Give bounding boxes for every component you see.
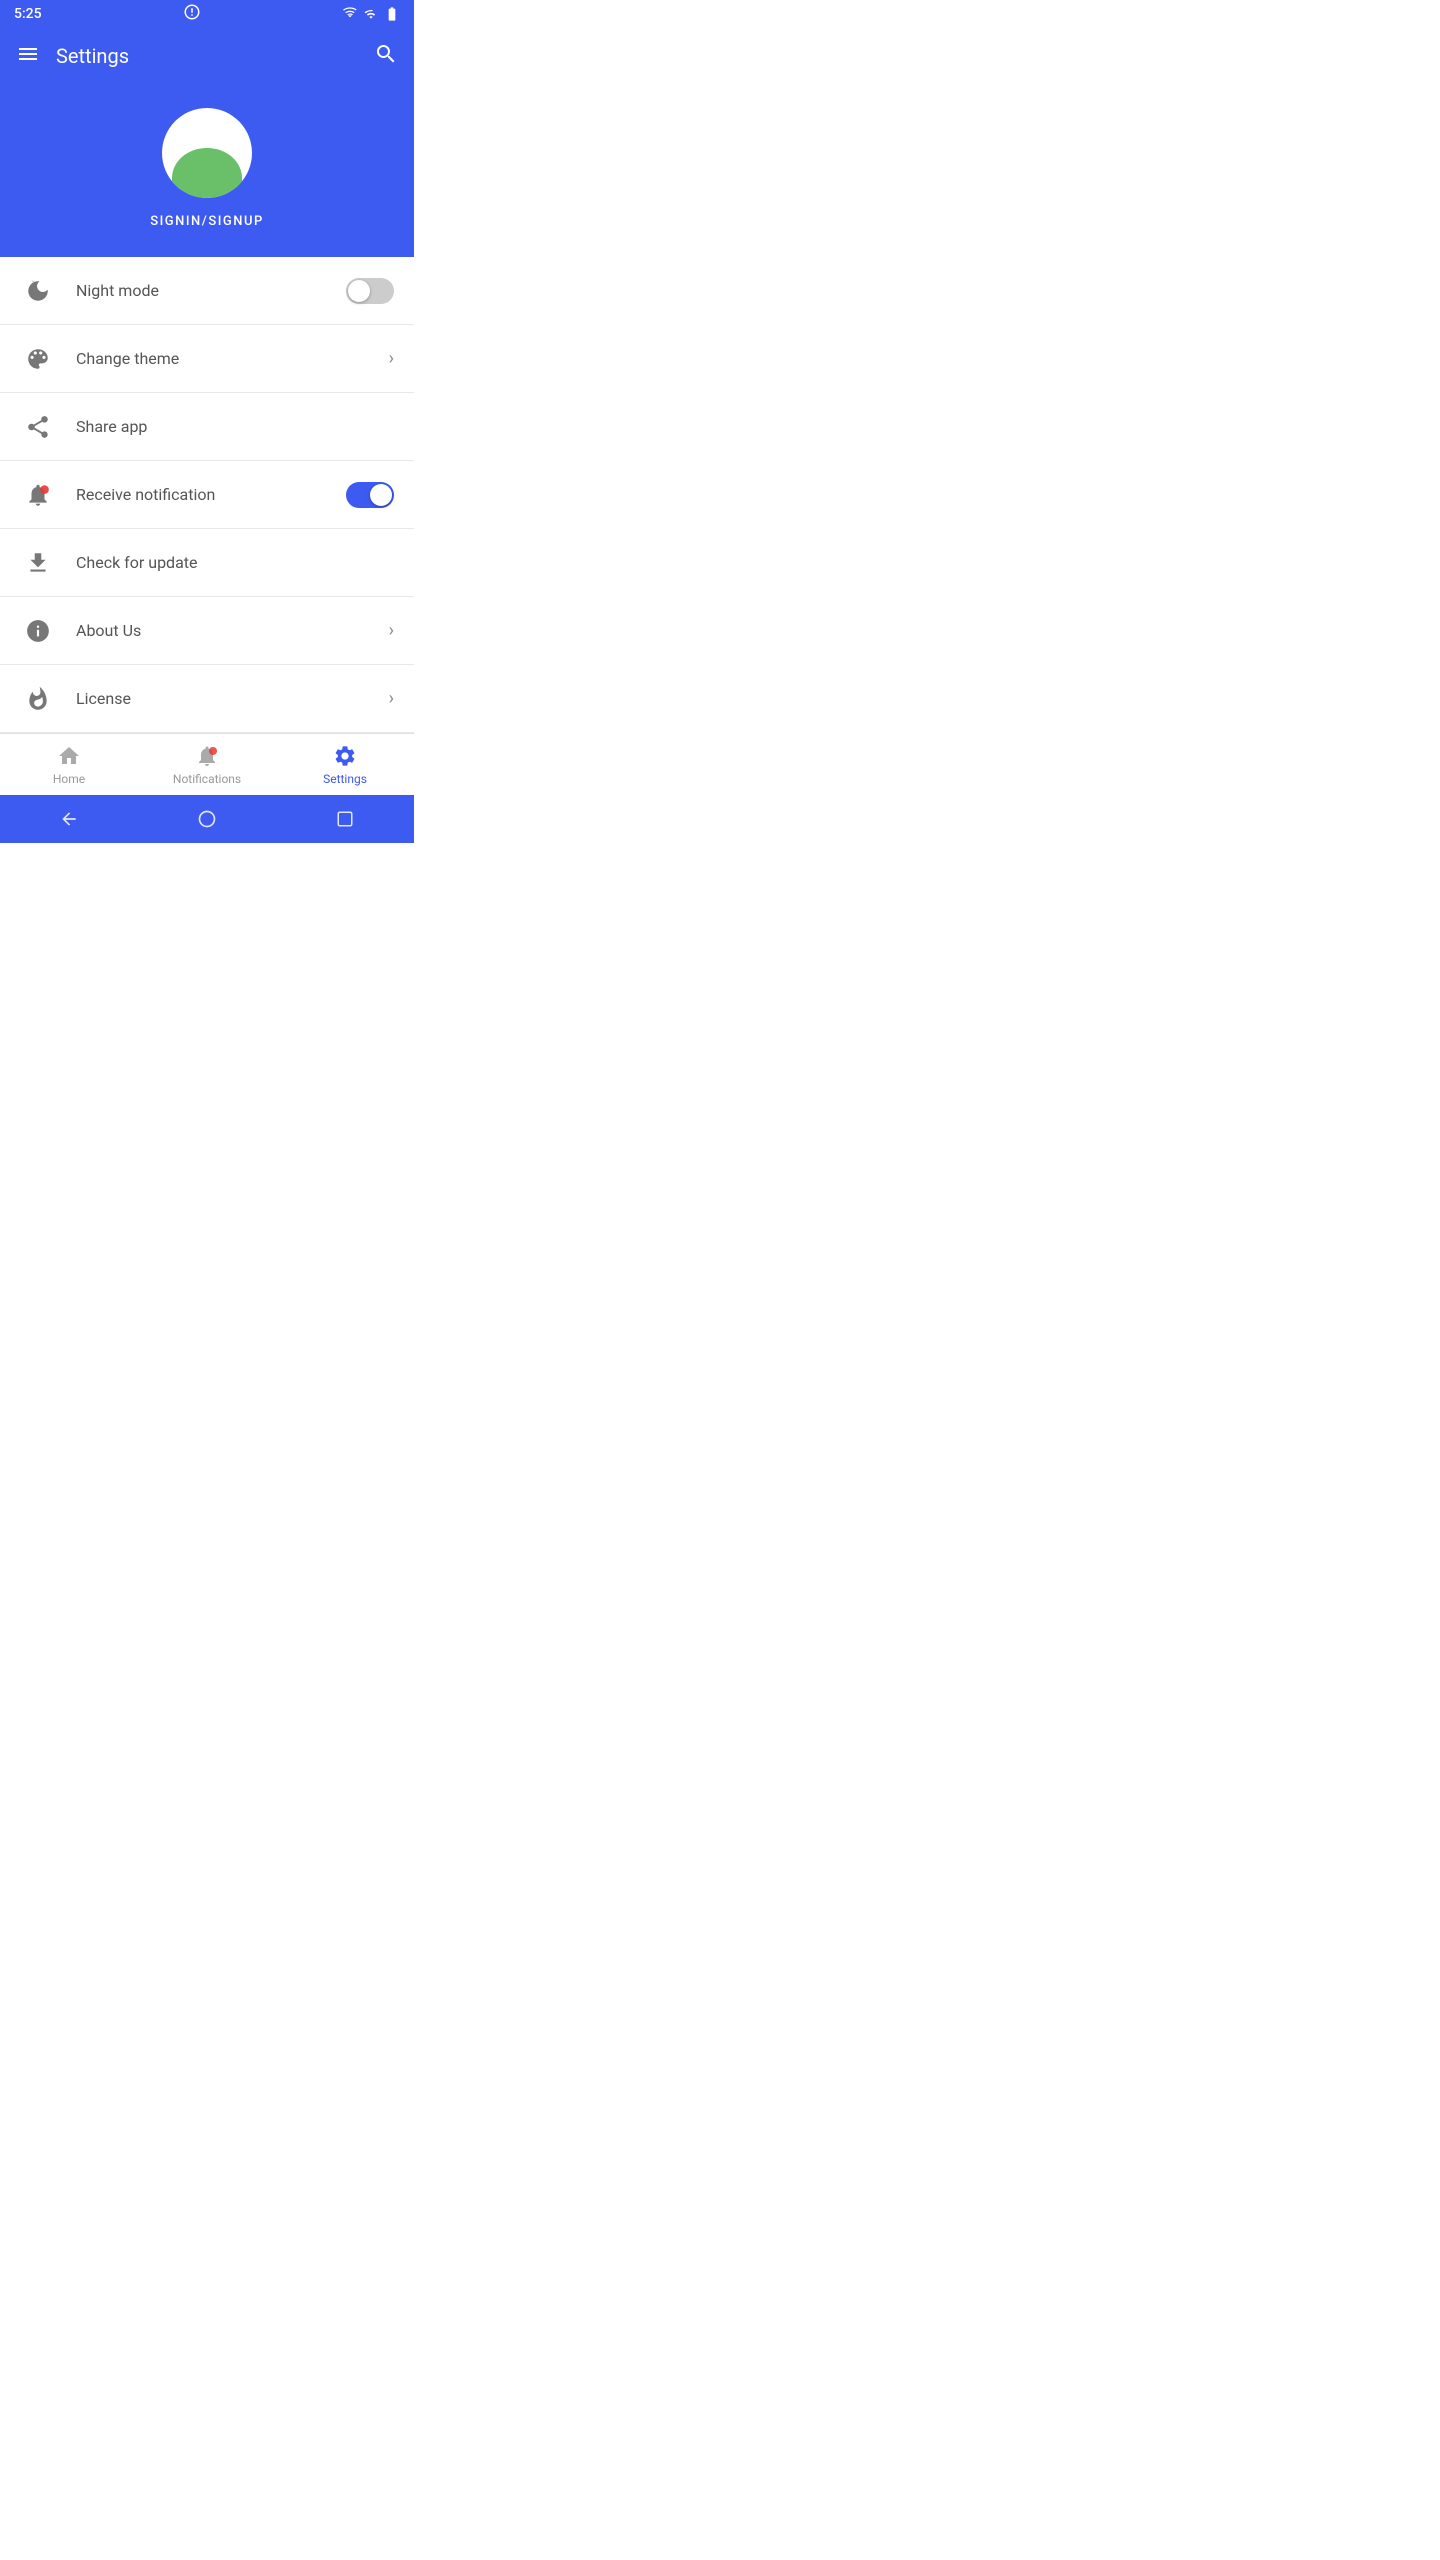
settings-item-share-app[interactable]: Share app [0, 393, 414, 461]
avatar[interactable] [162, 108, 252, 198]
home-button[interactable] [191, 803, 223, 835]
change-theme-chevron: › [389, 348, 394, 369]
signin-button[interactable]: SIGNIN/SIGNUP [150, 214, 264, 229]
menu-icon[interactable] [16, 42, 40, 70]
status-bar: 5:25 [0, 0, 414, 28]
search-icon[interactable] [374, 42, 398, 70]
status-time: 5:25 [14, 6, 42, 22]
night-mode-toggle[interactable] [346, 278, 394, 304]
share-icon [20, 409, 56, 445]
system-nav-bar [0, 795, 414, 843]
settings-item-receive-notification[interactable]: Receive notification [0, 461, 414, 529]
about-us-label: About Us [76, 621, 389, 640]
nav-home-label: Home [53, 772, 85, 786]
night-mode-toggle-knob [348, 280, 370, 302]
gear-icon [333, 744, 357, 768]
about-us-chevron: › [389, 620, 394, 641]
share-app-label: Share app [76, 417, 394, 436]
recents-button[interactable] [329, 803, 361, 835]
fire-icon [20, 681, 56, 717]
receive-notification-toggle-knob [370, 484, 392, 506]
receive-notification-toggle[interactable] [346, 482, 394, 508]
license-chevron: › [389, 688, 394, 709]
settings-item-license[interactable]: License › [0, 665, 414, 733]
app-bar: Settings [0, 28, 414, 84]
status-icons [342, 6, 400, 22]
bottom-nav: Home Notifications Settings [0, 733, 414, 795]
download-icon [20, 545, 56, 581]
notification-bell-icon [20, 477, 56, 513]
palette-icon [20, 341, 56, 377]
settings-list: Night mode Change theme › Share app Rece… [0, 257, 414, 733]
nav-item-home[interactable]: Home [0, 734, 138, 795]
nav-settings-label: Settings [323, 772, 367, 786]
notifications-icon [195, 744, 219, 768]
receive-notification-label: Receive notification [76, 485, 346, 504]
avatar-shape [172, 148, 242, 198]
night-mode-toggle-switch[interactable] [346, 278, 394, 304]
night-mode-label: Night mode [76, 281, 346, 300]
status-app-icon [183, 3, 201, 25]
app-bar-title: Settings [56, 44, 374, 68]
back-button[interactable] [53, 803, 85, 835]
check-for-update-label: Check for update [76, 553, 394, 572]
night-mode-icon [20, 273, 56, 309]
settings-item-about-us[interactable]: About Us › [0, 597, 414, 665]
home-icon [57, 744, 81, 768]
info-icon [20, 613, 56, 649]
nav-notifications-label: Notifications [173, 772, 241, 786]
header-section: SIGNIN/SIGNUP [0, 84, 414, 257]
nav-item-notifications[interactable]: Notifications [138, 734, 276, 795]
settings-item-night-mode[interactable]: Night mode [0, 257, 414, 325]
receive-notification-toggle-switch[interactable] [346, 482, 394, 508]
nav-item-settings[interactable]: Settings [276, 734, 414, 795]
settings-item-change-theme[interactable]: Change theme › [0, 325, 414, 393]
change-theme-label: Change theme [76, 349, 389, 368]
settings-item-check-for-update[interactable]: Check for update [0, 529, 414, 597]
license-label: License [76, 689, 389, 708]
